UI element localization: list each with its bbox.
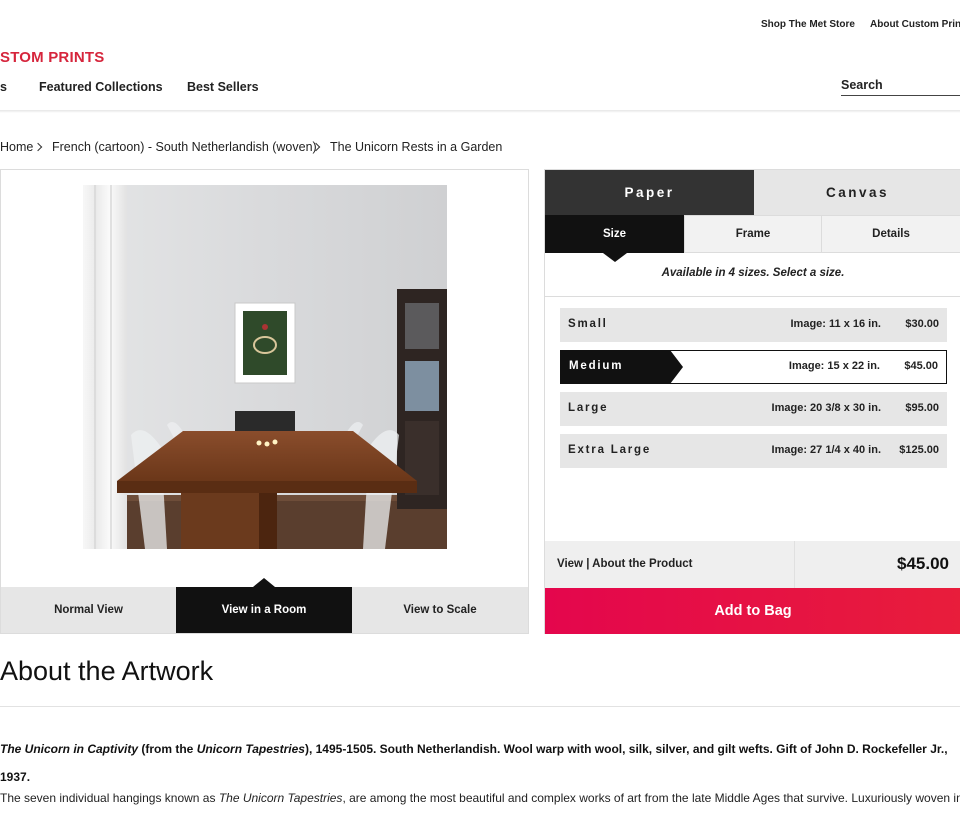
size-name: Large bbox=[568, 402, 609, 414]
nav-item-partial[interactable]: s bbox=[0, 80, 7, 94]
about-divider bbox=[0, 706, 960, 707]
active-tab-notch bbox=[602, 253, 627, 262]
credit-from: (from the bbox=[138, 742, 197, 756]
size-dimensions: Image: 11 x 16 in. bbox=[790, 318, 882, 330]
size-option-small[interactable]: Small Image: 11 x 16 in. $30.00 bbox=[560, 308, 947, 342]
artwork-description: The seven individual hangings known as T… bbox=[0, 791, 960, 805]
desc-rest: , are among the most beautiful and compl… bbox=[342, 791, 960, 805]
size-dimensions: Image: 20 3/8 x 30 in. bbox=[771, 402, 881, 414]
size-name: Medium bbox=[569, 360, 624, 372]
nav-item-best-sellers[interactable]: Best Sellers bbox=[187, 80, 259, 94]
tab-size[interactable]: Size bbox=[545, 215, 684, 262]
tab-normal-view-label: Normal View bbox=[54, 604, 123, 616]
view-mode-tabs: Normal View View in a Room View to Scale bbox=[1, 578, 528, 633]
tab-view-to-scale-label: View to Scale bbox=[403, 604, 477, 616]
room-preview-image[interactable] bbox=[83, 185, 447, 549]
size-price: $30.00 bbox=[905, 318, 939, 330]
artwork-viewer: Normal View View in a Room View to Scale bbox=[0, 169, 529, 634]
tab-paper[interactable]: Paper bbox=[545, 170, 754, 215]
utility-bar: Shop The Met Store About Custom Prints bbox=[0, 0, 960, 48]
tab-size-label: Size bbox=[602, 228, 626, 240]
nav-item-featured-collections[interactable]: Featured Collections bbox=[39, 80, 163, 94]
shop-met-store-link[interactable]: Shop The Met Store bbox=[761, 19, 855, 30]
total-price: $45.00 bbox=[897, 554, 949, 573]
size-option-extra-large[interactable]: Extra Large Image: 27 1/4 x 40 in. $125.… bbox=[560, 434, 947, 468]
tab-normal-view[interactable]: Normal View bbox=[1, 587, 176, 633]
size-price: $125.00 bbox=[899, 444, 939, 456]
size-dimensions: Image: 27 1/4 x 40 in. bbox=[771, 444, 881, 456]
product-summary-bar: View | About the Product $45.00 bbox=[545, 541, 960, 588]
tab-canvas[interactable]: Canvas bbox=[754, 170, 960, 215]
print-options-panel: Paper Canvas Size Frame Details Availabl… bbox=[544, 169, 960, 634]
credit-title: The Unicorn in Captivity bbox=[0, 742, 139, 756]
chevron-right-icon bbox=[33, 142, 43, 152]
tab-frame[interactable]: Frame bbox=[684, 215, 822, 253]
artwork-credit-line: The Unicorn in Captivity (from the Unico… bbox=[0, 735, 960, 791]
size-option-medium[interactable]: Medium Image: 15 x 22 in. $45.00 bbox=[560, 350, 947, 384]
tab-view-to-scale[interactable]: View to Scale bbox=[352, 587, 528, 633]
search-input[interactable] bbox=[841, 74, 960, 96]
active-tab-notch bbox=[253, 578, 275, 587]
size-price: $45.00 bbox=[904, 360, 938, 372]
nav-divider bbox=[0, 110, 960, 113]
breadcrumb-category[interactable]: French (cartoon) - South Netherlandish (… bbox=[52, 140, 317, 154]
size-dimensions: Image: 15 x 22 in. bbox=[788, 360, 880, 372]
size-name: Small bbox=[568, 318, 608, 330]
desc-title: The Unicorn Tapestries bbox=[218, 791, 343, 805]
about-product-link[interactable]: View | About the Product bbox=[557, 558, 692, 570]
tab-details[interactable]: Details bbox=[822, 215, 960, 253]
size-option-large[interactable]: Large Image: 20 3/8 x 30 in. $95.00 bbox=[560, 392, 947, 426]
add-to-bag-button[interactable]: Add to Bag bbox=[545, 588, 960, 634]
about-artwork-heading: About the Artwork bbox=[0, 656, 214, 686]
breadcrumb-home[interactable]: Home bbox=[0, 140, 33, 154]
desc-start: The seven individual hangings known as bbox=[0, 791, 219, 805]
credit-series: Unicorn Tapestries bbox=[196, 742, 305, 756]
size-name: Extra Large bbox=[568, 444, 652, 456]
size-price: $95.00 bbox=[905, 402, 939, 414]
tab-view-in-room[interactable]: View in a Room bbox=[176, 578, 352, 633]
selected-arrow-icon bbox=[670, 350, 683, 384]
size-availability-text: Available in 4 sizes. Select a size. bbox=[661, 267, 845, 279]
brand-logo[interactable]: STOM PRINTS bbox=[0, 49, 104, 66]
about-custom-prints-link[interactable]: About Custom Prints bbox=[870, 19, 960, 30]
breadcrumb-current: The Unicorn Rests in a Garden bbox=[330, 140, 503, 154]
summary-divider bbox=[794, 541, 795, 588]
options-divider bbox=[545, 296, 960, 297]
tab-view-in-room-label: View in a Room bbox=[221, 604, 307, 616]
